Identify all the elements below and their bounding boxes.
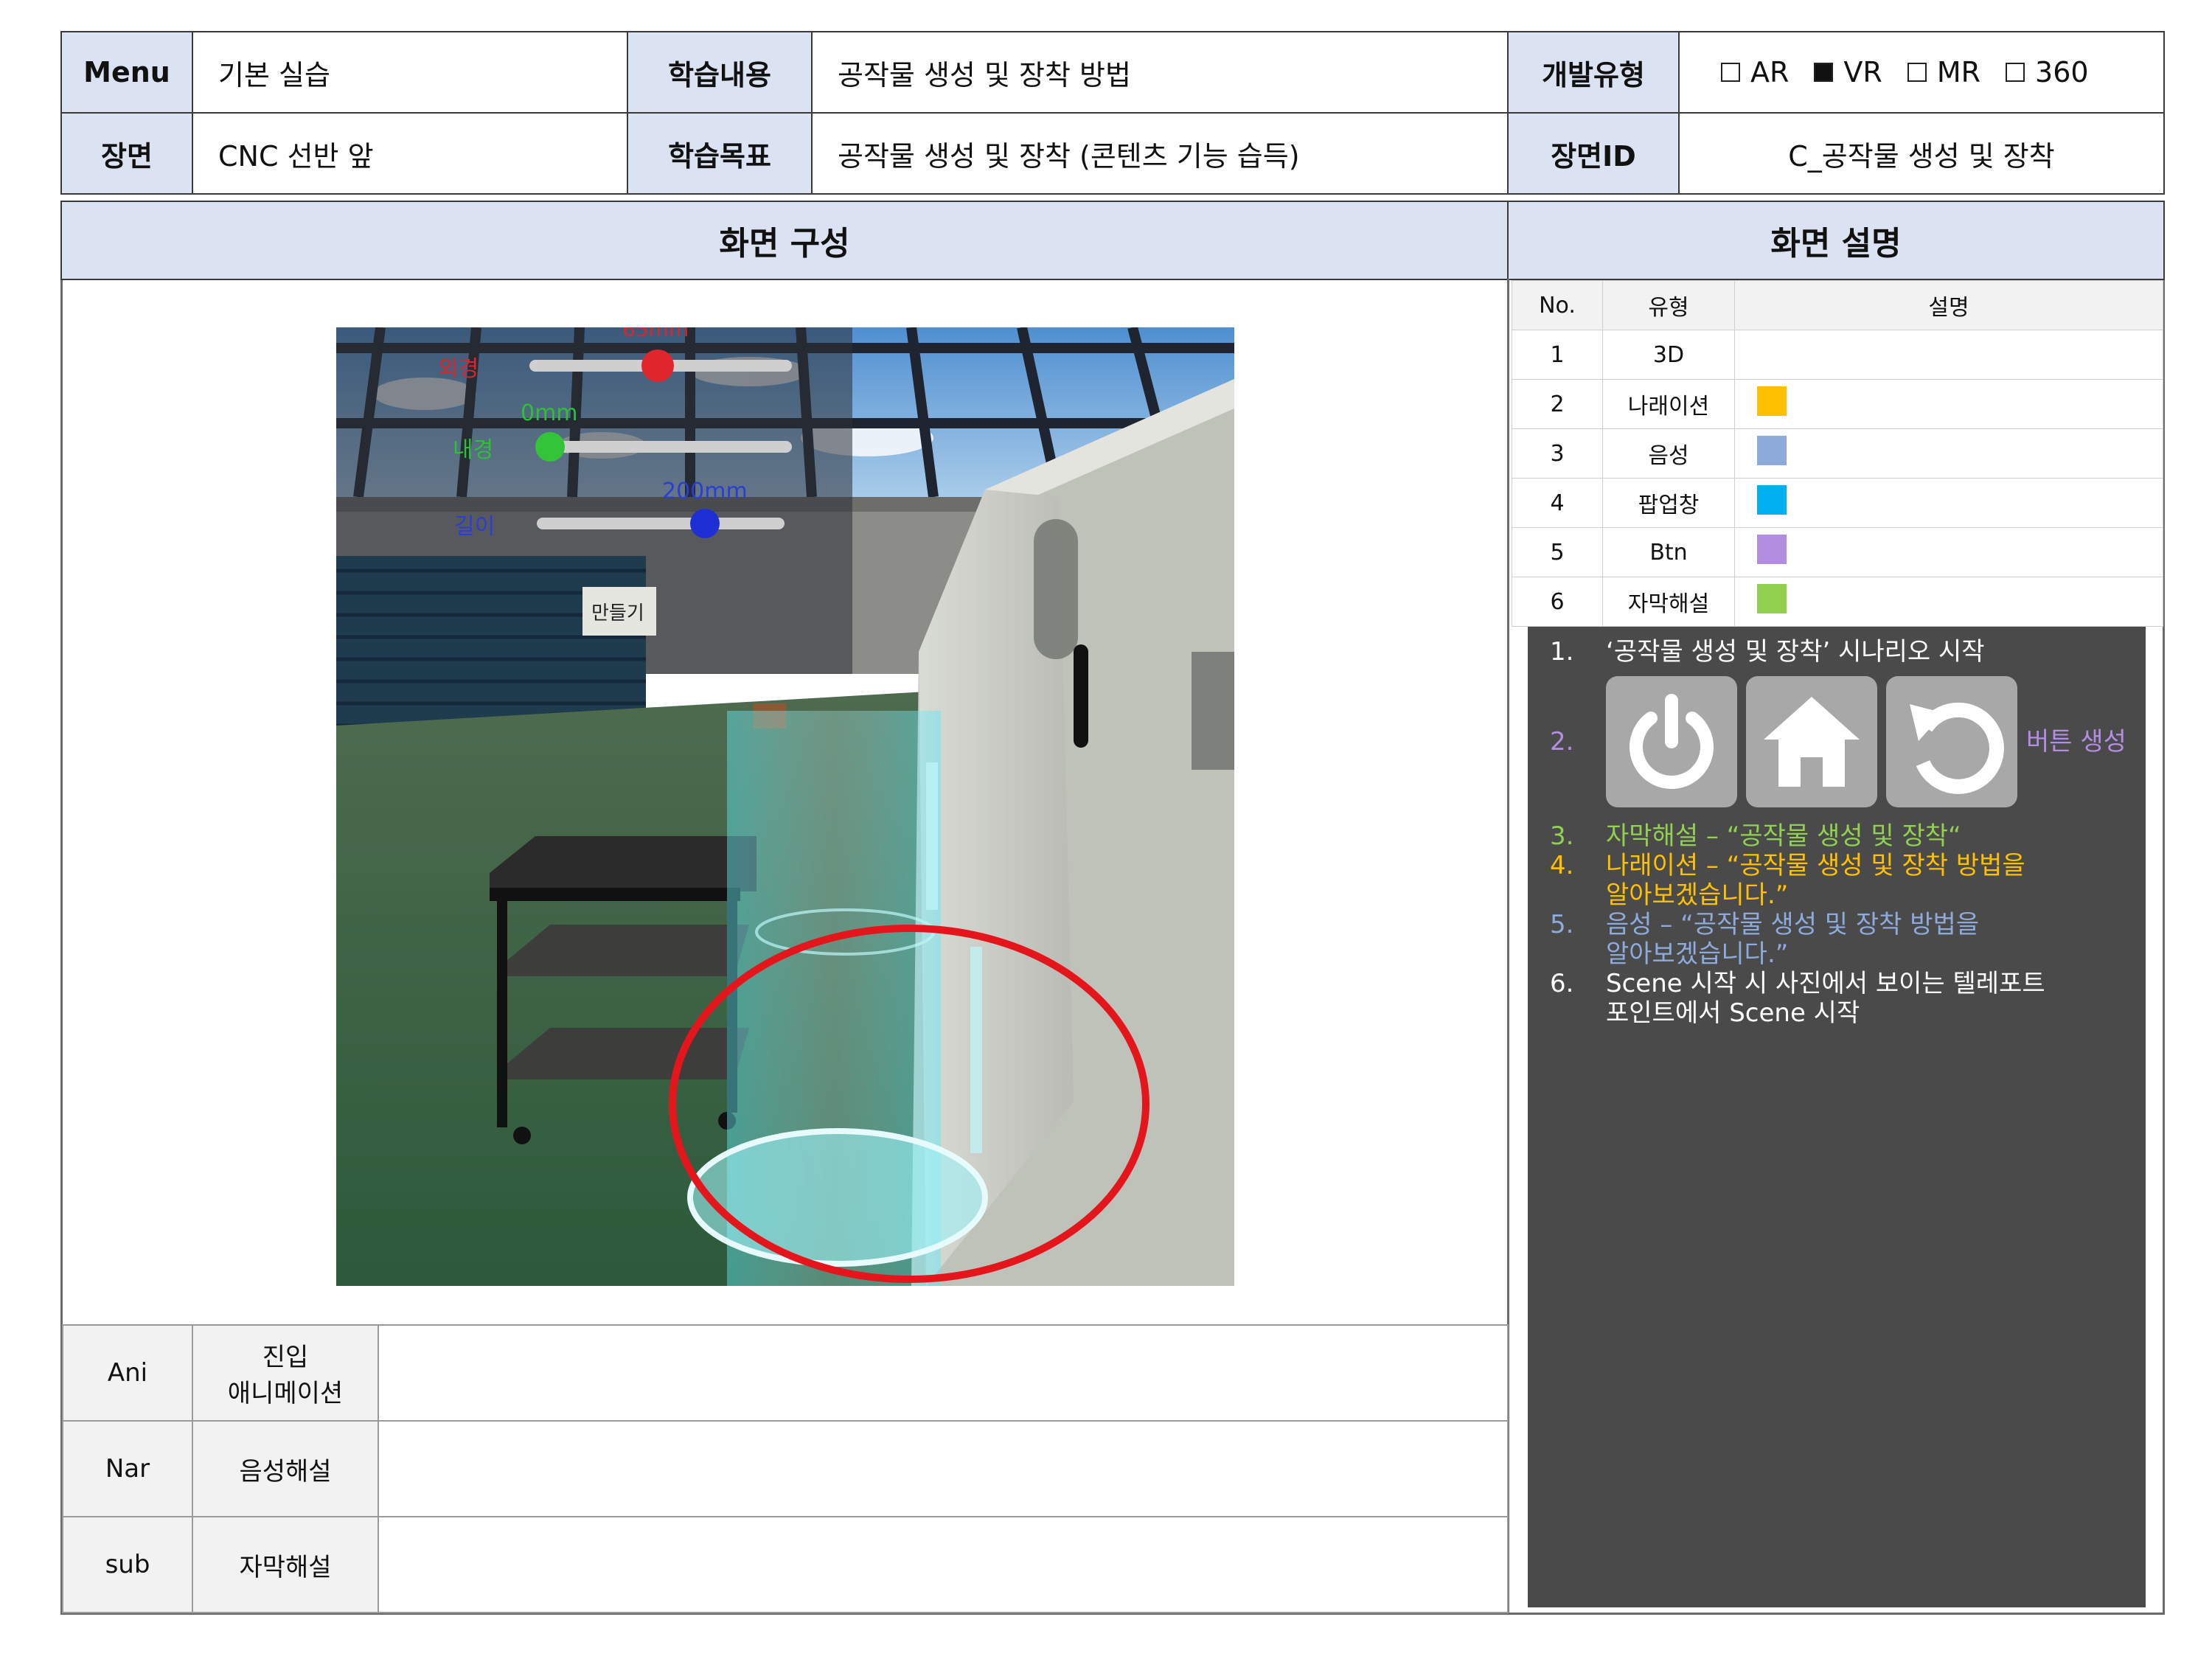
devtype-options: AR VR MR 360	[1678, 31, 2165, 114]
power-icon[interactable]	[1606, 676, 1737, 807]
checkbox-checked-icon	[1814, 63, 1834, 82]
content-label: 학습내용	[627, 31, 813, 114]
devtype-ar[interactable]: AR	[1721, 56, 1789, 88]
sceneid-label: 장면ID	[1507, 112, 1680, 195]
note-4: 나래이션 – “공작물 생성 및 장착 방법을 알아보겠습니다.”	[1606, 851, 2025, 910]
scene-value: CNC 선반 앞	[192, 112, 628, 195]
legend-row: 1 3D	[1512, 330, 2163, 380]
note-5: 음성 – “공작물 생성 및 장착 방법을 알아보겠습니다.”	[1606, 910, 1980, 969]
menu-label: Menu	[60, 31, 193, 114]
goal-value: 공작물 생성 및 장착 (콘텐츠 기능 습득)	[811, 112, 1509, 195]
bottom-code-sub: sub	[62, 1516, 193, 1613]
note-6: Scene 시작 시 사진에서 보이는 텔레포트 포인트에서 Scene 시작	[1606, 969, 2045, 1028]
bottom-code-nar: Nar	[62, 1420, 193, 1517]
bottom-code-ani: Ani	[62, 1324, 193, 1422]
bottom-value-ani	[378, 1324, 1509, 1422]
legend-header-desc: 설명	[1734, 280, 2163, 330]
legend-header-type: 유형	[1602, 280, 1735, 330]
note-1: ‘공작물 생성 및 장착’ 시나리오 시작	[1606, 637, 1985, 667]
slider-length-value: 200mm	[662, 479, 748, 504]
devtype-label: 개발유형	[1507, 31, 1680, 114]
legend-header-no: No.	[1512, 280, 1603, 330]
bottom-label-nar: 음성해설	[192, 1420, 379, 1517]
bottom-label-sub: 자막해설	[192, 1516, 379, 1613]
legend-row: 3 음성	[1512, 428, 2163, 479]
teleport-point	[687, 711, 988, 1286]
scene-label: 장면	[60, 112, 193, 195]
checkbox-icon	[1721, 63, 1740, 82]
vr-scene-image: 외경 65mm 내경 0mm 길이 200mm 만들기	[336, 327, 1234, 1286]
bottom-value-nar	[378, 1420, 1509, 1517]
swatch-voice	[1757, 436, 1787, 465]
legend-row: 6 자막해설	[1512, 577, 2163, 627]
section-description: 화면 설명	[1507, 201, 2165, 280]
slider-length-label: 길이	[454, 514, 495, 540]
slider-outer-value: 65mm	[622, 327, 689, 341]
legend-row: 4 팝업창	[1512, 478, 2163, 528]
section-composition: 화면 구성	[60, 201, 1509, 280]
devtype-360[interactable]: 360	[2006, 56, 2089, 88]
slider-inner-label: 내경	[453, 437, 493, 463]
slider-outer-label: 외경	[438, 356, 479, 382]
bottom-value-sub	[378, 1516, 1509, 1613]
swatch-narration	[1757, 386, 1787, 416]
sceneid-value: C_공작물 생성 및 장착	[1678, 112, 2165, 195]
menu-value: 기본 실습	[192, 31, 628, 114]
legend-row: 5 Btn	[1512, 527, 2163, 577]
note-2: 버튼 생성	[2026, 727, 2126, 757]
slider-inner-value: 0mm	[521, 400, 578, 426]
bottom-label-ani: 진입 애니메이션	[192, 1324, 379, 1422]
content-value: 공작물 생성 및 장착 방법	[811, 31, 1509, 114]
description-notes: 1. ‘공작물 생성 및 장착’ 시나리오 시작 2. 버튼 생성 3. 자막해…	[1528, 627, 2146, 1607]
legend-row: 2 나래이션	[1512, 379, 2163, 429]
devtype-vr[interactable]: VR	[1814, 56, 1882, 88]
checkbox-icon	[1907, 63, 1927, 82]
checkbox-icon	[2006, 63, 2025, 82]
devtype-mr[interactable]: MR	[1907, 56, 1980, 88]
legend-table: No. 유형 설명 1 3D 2 나래이션 3 음성 4 팝업창 5 Btn 6…	[1512, 280, 2163, 627]
goal-label: 학습목표	[627, 112, 813, 195]
scene-screenshot: 외경 65mm 내경 0mm 길이 200mm 만들기	[336, 327, 1234, 1286]
note-3: 자막해설 – “공작물 생성 및 장착“	[1606, 821, 1961, 851]
undo-icon[interactable]	[1886, 676, 2017, 807]
home-icon[interactable]	[1746, 676, 1877, 807]
swatch-btn	[1757, 535, 1787, 564]
swatch-popup	[1757, 485, 1787, 515]
make-button-label: 만들기	[591, 602, 644, 625]
swatch-subtitle	[1757, 584, 1787, 613]
